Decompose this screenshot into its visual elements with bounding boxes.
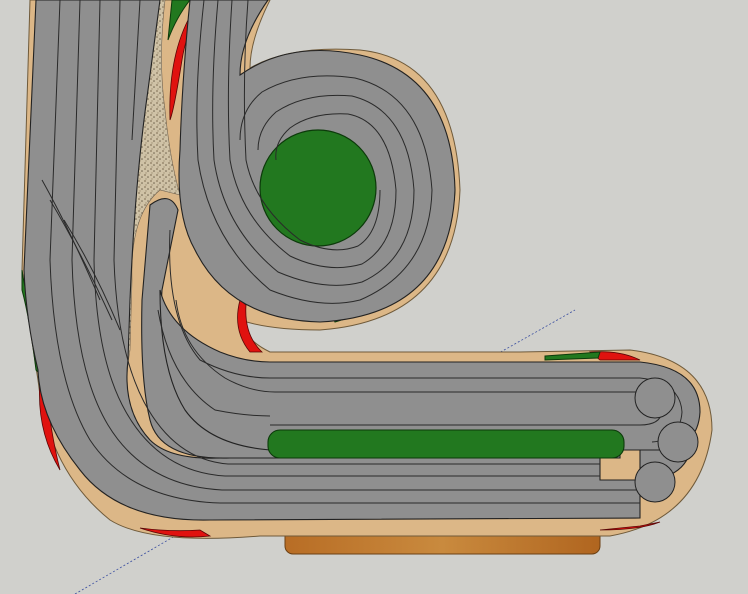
straight-grass-strip [267, 429, 625, 459]
slot-car-track-layout [21, 0, 713, 594]
